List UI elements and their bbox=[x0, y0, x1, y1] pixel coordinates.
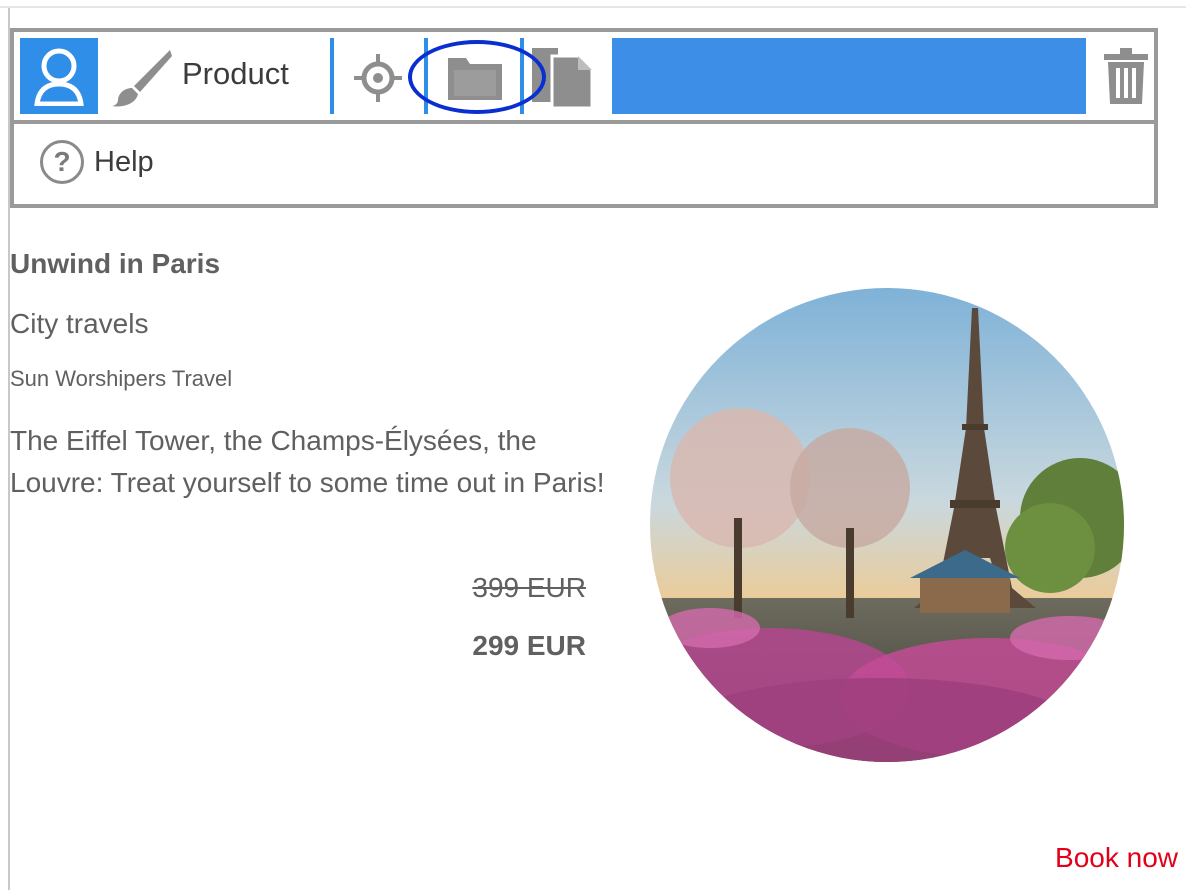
new-price: 299 EUR bbox=[472, 630, 586, 661]
user-button[interactable] bbox=[20, 38, 98, 114]
name-input-field[interactable] bbox=[612, 38, 1086, 114]
offer-title: Unwind in Paris bbox=[10, 248, 221, 279]
toolbar-separator bbox=[520, 38, 524, 114]
help-button[interactable]: Help bbox=[94, 146, 154, 179]
book-now-link[interactable]: Book now bbox=[1055, 842, 1178, 874]
product-label[interactable]: Product bbox=[182, 56, 289, 92]
offer-description: The Eiffel Tower, the Champs-Élysées, th… bbox=[10, 425, 605, 498]
folder-icon[interactable] bbox=[446, 52, 504, 102]
toolbar-separator bbox=[330, 38, 334, 114]
question-circle-icon[interactable]: ? bbox=[40, 140, 84, 184]
editor-toolbar: Product ? Help bbox=[10, 28, 1158, 208]
trash-icon[interactable] bbox=[1104, 48, 1148, 104]
toolbar-row-help: ? Help bbox=[14, 124, 1154, 204]
crosshair-icon[interactable] bbox=[354, 54, 402, 102]
toolbar-separator bbox=[424, 38, 428, 114]
offer-provider: Sun Worshipers Travel bbox=[10, 366, 233, 391]
toolbar-row-main: Product bbox=[14, 32, 1154, 120]
user-icon bbox=[34, 48, 84, 106]
documents-icon[interactable] bbox=[530, 46, 596, 108]
paintbrush-icon[interactable] bbox=[110, 46, 174, 108]
eiffel-tower-photo bbox=[650, 288, 1124, 762]
old-price: 399 EUR bbox=[472, 572, 586, 603]
offer-category: City travels bbox=[10, 308, 149, 339]
top-border bbox=[0, 6, 1186, 8]
